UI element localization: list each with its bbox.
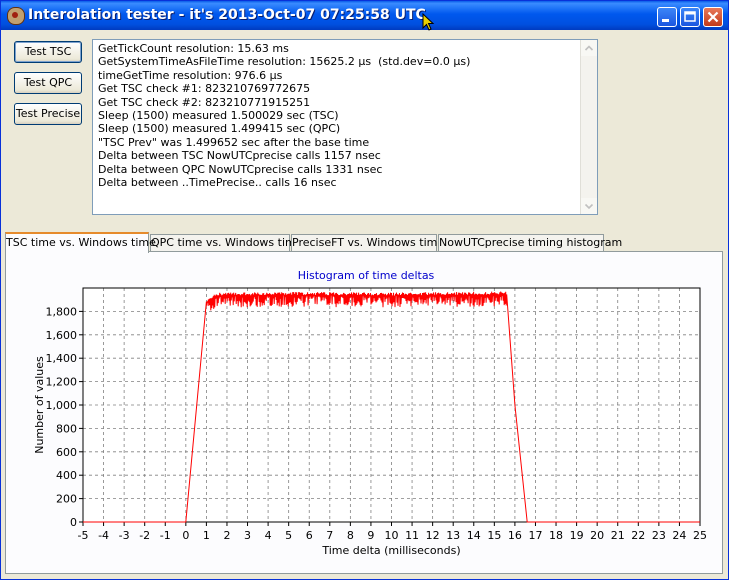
x-tick-label: 15: [487, 529, 501, 542]
log-line: Delta between QPC NowUTCprecise calls 13…: [98, 162, 383, 176]
tab-timing-histogram[interactable]: NowUTCprecise timing histogram: [438, 234, 622, 252]
log-line: "TSC Prev" was 1.499652 sec after the ba…: [98, 135, 370, 149]
x-tick-label: 5: [285, 529, 292, 542]
y-tick-label: 0: [70, 516, 77, 529]
log-line: GetSystemTimeAsFileTime resolution: 1562…: [98, 55, 471, 69]
maximize-button[interactable]: [680, 7, 700, 27]
x-tick-label: 8: [347, 529, 354, 542]
x-tick-label: 2: [223, 529, 230, 542]
x-tick-label: 24: [672, 529, 686, 542]
minimize-button[interactable]: [657, 7, 677, 27]
x-tick-label: 14: [467, 529, 481, 542]
x-axis-label: Time delta (milliseconds): [321, 544, 460, 557]
test-tsc-button[interactable]: Test TSC: [14, 41, 82, 63]
x-tick-label: 13: [446, 529, 460, 542]
log-lines: GetTickCount resolution: 15.63 ms GetSyst…: [98, 42, 470, 189]
x-tick-label: 17: [528, 529, 542, 542]
x-tick-label: -3: [119, 529, 130, 542]
x-tick-label: 22: [631, 529, 645, 542]
log-line: GetTickCount resolution: 15.63 ms: [98, 42, 289, 55]
x-tick-label: 9: [367, 529, 374, 542]
y-tick-label: 1,600: [46, 329, 78, 342]
log-scrollbar[interactable]: [580, 40, 597, 214]
tab-panel: Histogram of time deltas -5 -4 -3 -2 -1 0 1 2 3 4…: [5, 251, 723, 574]
log-memo[interactable]: GetTickCount resolution: 15.63 ms GetSyst…: [92, 39, 598, 215]
log-line: Delta between ..TimePrecise.. calls 16 n…: [98, 176, 337, 190]
x-tick-label: -5: [78, 529, 89, 542]
x-tick-label: 10: [385, 529, 399, 542]
x-tick-label: 11: [405, 529, 419, 542]
x-tick-label: 7: [326, 529, 333, 542]
x-tick-label: 0: [182, 529, 189, 542]
x-tick-label: -2: [139, 529, 150, 542]
title-bar[interactable]: Interolation tester - it's 2013-Oct-07 0…: [1, 1, 728, 30]
x-tick-label: 6: [306, 529, 313, 542]
mouse-cursor-icon: [422, 13, 435, 31]
y-tick-label: 200: [56, 493, 77, 506]
x-tick-label: 1: [203, 529, 210, 542]
scroll-down-button[interactable]: [581, 198, 597, 214]
maximize-icon: [684, 11, 696, 22]
log-line: Delta between TSC NowUTCprecise calls 11…: [98, 149, 381, 163]
tab-preciseft-time[interactable]: PreciseFT vs. Windows time: [291, 234, 444, 252]
close-button[interactable]: [703, 7, 723, 27]
main-window: Interolation tester - it's 2013-Oct-07 0…: [0, 0, 729, 580]
x-tick-label: 20: [590, 529, 604, 542]
log-line: Get TSC check #2: 823210771915251: [98, 95, 311, 109]
tab-tsc-time[interactable]: TSC time vs. Windows time: [5, 232, 156, 253]
y-tick-label: 800: [56, 422, 77, 435]
chevron-up-icon: [584, 45, 594, 51]
x-tick-label: 4: [265, 529, 272, 542]
x-tick-label: 16: [508, 529, 522, 542]
log-line: Get TSC check #1: 823210769772675: [98, 82, 311, 96]
x-tick-label: 3: [244, 529, 251, 542]
log-line: Sleep (1500) measured 1.500029 sec (TSC): [98, 109, 339, 123]
tab-qpc-time[interactable]: QPC time vs. Windows time: [150, 234, 303, 252]
y-tick-label: 1,000: [46, 399, 78, 412]
close-icon: [707, 11, 719, 23]
x-tick-label: 25: [693, 529, 707, 542]
test-qpc-button[interactable]: Test QPC: [14, 72, 82, 94]
y-tick-label: 1,200: [46, 376, 78, 389]
chevron-down-icon: [584, 203, 594, 210]
x-tick-label: 19: [570, 529, 584, 542]
y-tick-label: 400: [56, 469, 77, 482]
log-line: Sleep (1500) measured 1.499415 sec (QPC): [98, 122, 341, 136]
x-tick-label: -1: [160, 529, 171, 542]
x-tick-label: -4: [98, 529, 109, 542]
x-tick-label: 18: [549, 529, 563, 542]
x-tick-label: 21: [611, 529, 625, 542]
minimize-icon: [662, 19, 669, 22]
scroll-up-button[interactable]: [581, 40, 597, 56]
y-tick-label: 1,400: [46, 352, 78, 365]
x-tick-label: 23: [652, 529, 666, 542]
window-title: Interolation tester - it's 2013-Oct-07 0…: [28, 7, 426, 23]
x-tick-label: 12: [426, 529, 440, 542]
log-line: timeGetTime resolution: 976.6 µs: [98, 68, 283, 82]
test-precise-button[interactable]: Test Precise: [14, 103, 82, 125]
chart-grid: [83, 288, 700, 522]
chart-title: Histogram of time deltas: [298, 269, 435, 282]
y-axis-label: Number of values: [33, 356, 46, 454]
histogram-chart: Histogram of time deltas -5 -4 -3 -2 -1 0 1 2 3 4…: [33, 269, 707, 557]
y-tick-label: 600: [56, 446, 77, 459]
app-icon[interactable]: [7, 7, 25, 25]
y-tick-label: 1,800: [46, 305, 78, 318]
